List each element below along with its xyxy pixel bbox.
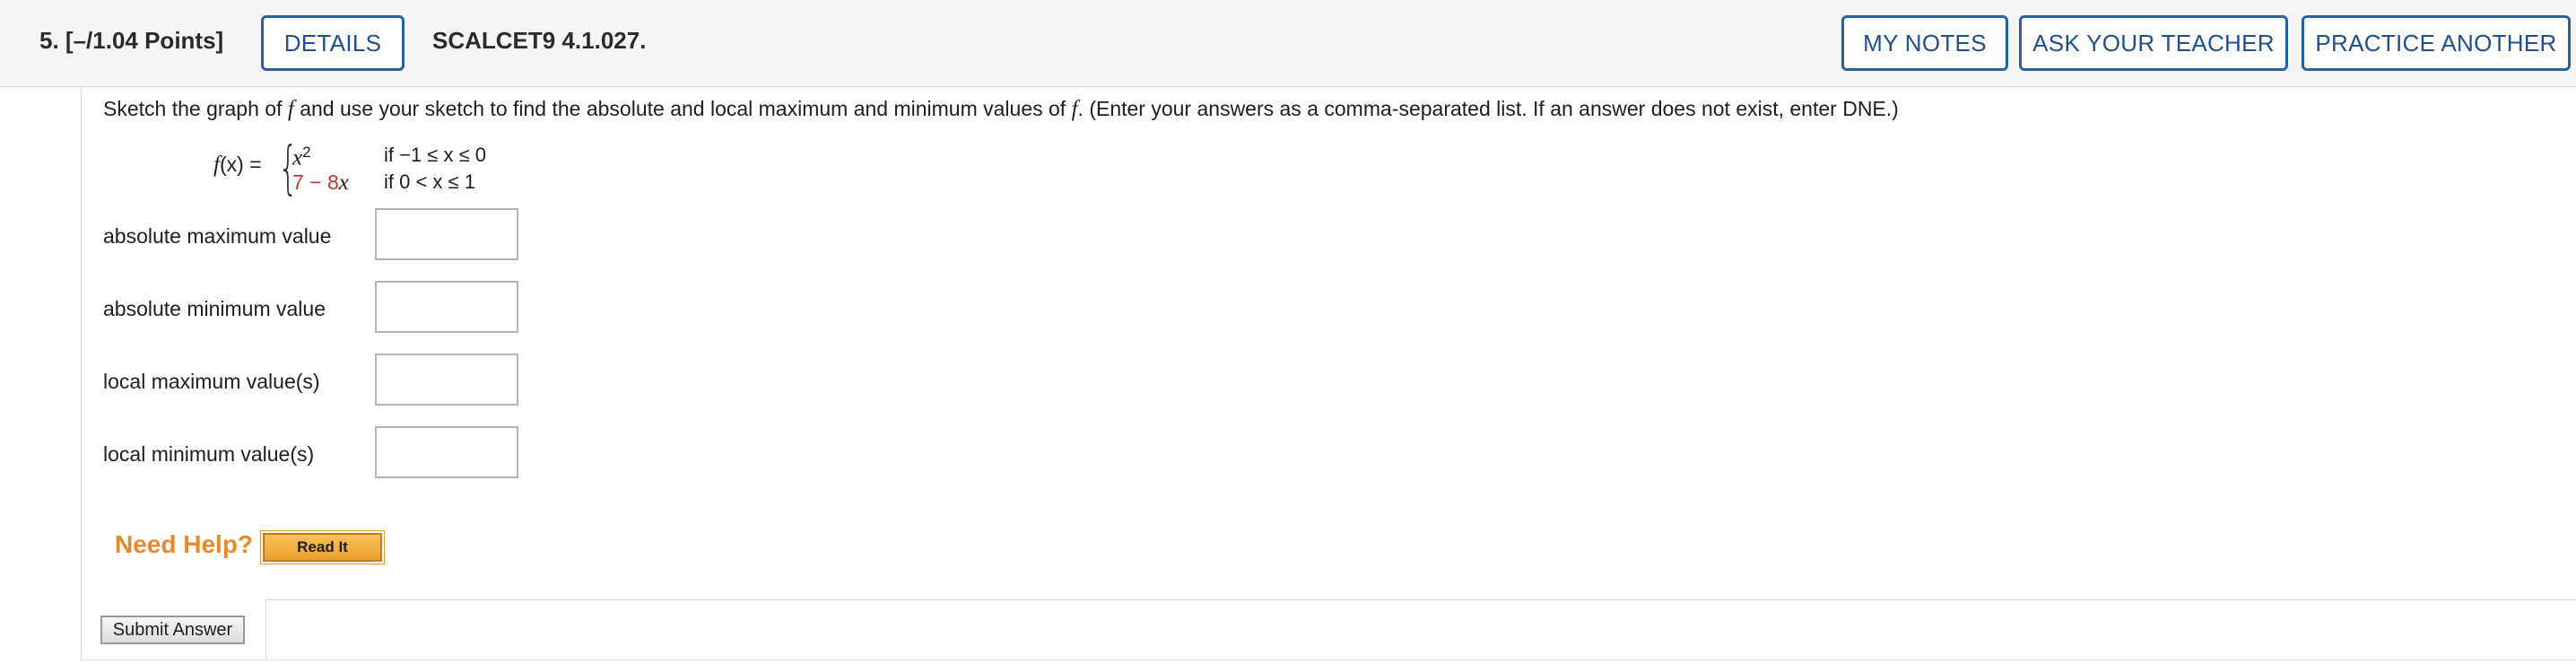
- absolute-minimum-input[interactable]: [375, 281, 518, 333]
- read-it-button[interactable]: Read It: [260, 530, 385, 564]
- function-argument: (x) =: [219, 153, 262, 176]
- prompt-text-1: Sketch the graph of: [103, 97, 288, 120]
- local-maximum-label: local maximum value(s): [103, 370, 320, 393]
- prompt-function-name-1: f: [287, 97, 294, 121]
- absolute-maximum-input[interactable]: [375, 208, 518, 260]
- local-maximum-input[interactable]: [375, 354, 518, 406]
- piecewise-case-1-condition: if −1 ≤ x ≤ 0: [384, 144, 487, 166]
- case-1-exponent: 2: [302, 144, 311, 161]
- piecewise-case-1-expression: x2: [292, 144, 311, 171]
- local-minimum-input[interactable]: [375, 426, 518, 478]
- question-number: 5.: [39, 27, 59, 54]
- piecewise-case-2-condition: if 0 < x ≤ 1: [384, 170, 475, 193]
- question-number-points: 5. [–/1.04 Points]: [39, 27, 223, 55]
- question-points: [–/1.04 Points]: [65, 27, 224, 54]
- prompt-function-name-2: f: [1071, 97, 1078, 121]
- problem-code: SCALCET9 4.1.027.: [432, 27, 647, 54]
- absolute-minimum-label: absolute minimum value: [103, 297, 326, 320]
- absolute-maximum-label: absolute maximum value: [103, 224, 332, 248]
- ask-your-teacher-button[interactable]: ASK YOUR TEACHER: [2019, 15, 2288, 71]
- my-notes-button[interactable]: MY NOTES: [1841, 15, 2008, 71]
- practice-another-button[interactable]: PRACTICE ANOTHER: [2302, 15, 2571, 71]
- function-lhs: f(x) =: [213, 153, 262, 178]
- submit-area-divider-vertical: [265, 599, 266, 660]
- prompt-text-3: . (Enter your answers as a comma-separat…: [1077, 97, 1899, 120]
- submit-answer-button[interactable]: Submit Answer: [100, 616, 245, 644]
- submit-area-divider: [265, 599, 2576, 600]
- need-help-label: Need Help?: [115, 530, 254, 558]
- case-2-variable: x: [338, 170, 349, 195]
- question-header: 5. [–/1.04 Points] DETAILS SCALCET9 4.1.…: [0, 0, 2576, 87]
- piecewise-case-2-expression: 7 − 8x: [292, 170, 349, 196]
- question-prompt: Sketch the graph of f and use your sketc…: [103, 97, 1899, 122]
- case-2-constant: 7 − 8: [292, 170, 339, 194]
- case-1-variable: x: [292, 145, 303, 170]
- function-name: f: [213, 153, 220, 177]
- details-button[interactable]: DETAILS: [261, 15, 405, 71]
- prompt-text-2: and use your sketch to find the absolute…: [293, 97, 1072, 120]
- local-minimum-label: local minimum value(s): [103, 442, 315, 466]
